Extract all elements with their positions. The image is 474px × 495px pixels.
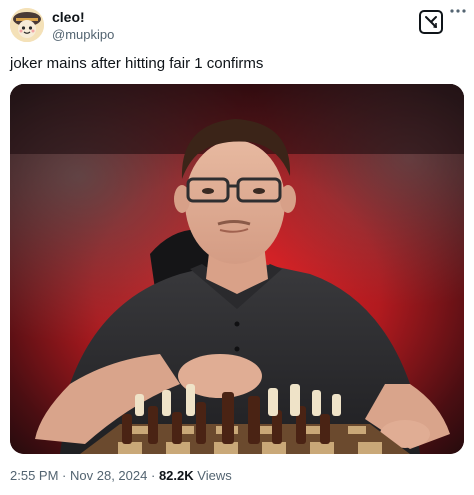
tweet-photo[interactable]	[10, 84, 464, 454]
views-count[interactable]: 82.2K	[159, 468, 194, 483]
author-display-name[interactable]: cleo!	[52, 9, 85, 25]
avatar[interactable]	[10, 8, 44, 42]
grok-button[interactable]	[419, 10, 443, 34]
views-label: Views	[197, 468, 232, 483]
avatar-icon	[10, 8, 44, 42]
tweet-text: joker mains after hitting fair 1 confirm…	[10, 55, 264, 72]
photo-image	[10, 84, 464, 454]
tweet-date[interactable]: Nov 28, 2024	[70, 468, 147, 483]
tweet-meta: 2:55 PM · Nov 28, 2024 · 82.2K Views	[10, 468, 232, 484]
author-handle[interactable]: @mupkipo	[52, 27, 114, 43]
more-options-button[interactable]	[449, 8, 467, 26]
more-options-icon	[450, 9, 466, 13]
meta-separator: ·	[62, 468, 67, 483]
grok-icon	[425, 16, 437, 28]
tweet-time[interactable]: 2:55 PM	[10, 468, 58, 483]
meta-separator: ·	[150, 468, 156, 483]
